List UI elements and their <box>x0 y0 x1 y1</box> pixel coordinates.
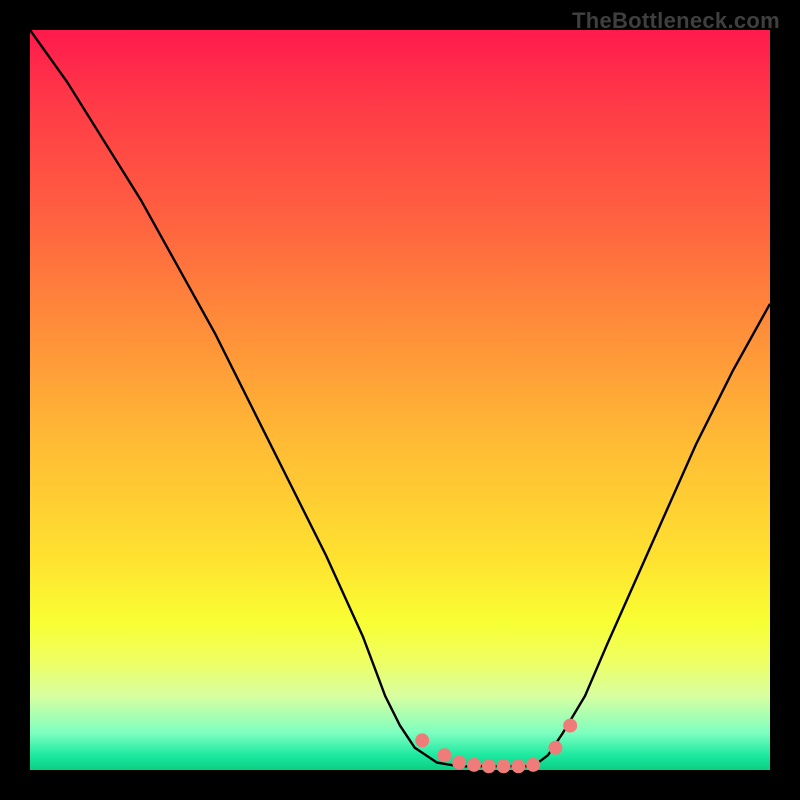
curve-marker <box>415 733 429 747</box>
chart-frame: TheBottleneck.com <box>0 0 800 800</box>
curve-marker <box>467 758 481 772</box>
bottleneck-curve <box>30 30 770 770</box>
curve-marker <box>526 758 540 772</box>
curve-path <box>30 30 770 766</box>
curve-marker <box>497 759 511 773</box>
attribution-text: TheBottleneck.com <box>572 8 780 34</box>
plot-area <box>30 30 770 770</box>
curve-marker <box>511 759 525 773</box>
curve-markers <box>415 719 577 774</box>
curve-marker <box>563 719 577 733</box>
curve-marker <box>437 748 451 762</box>
curve-marker <box>548 741 562 755</box>
curve-marker <box>482 759 496 773</box>
curve-marker <box>452 756 466 770</box>
